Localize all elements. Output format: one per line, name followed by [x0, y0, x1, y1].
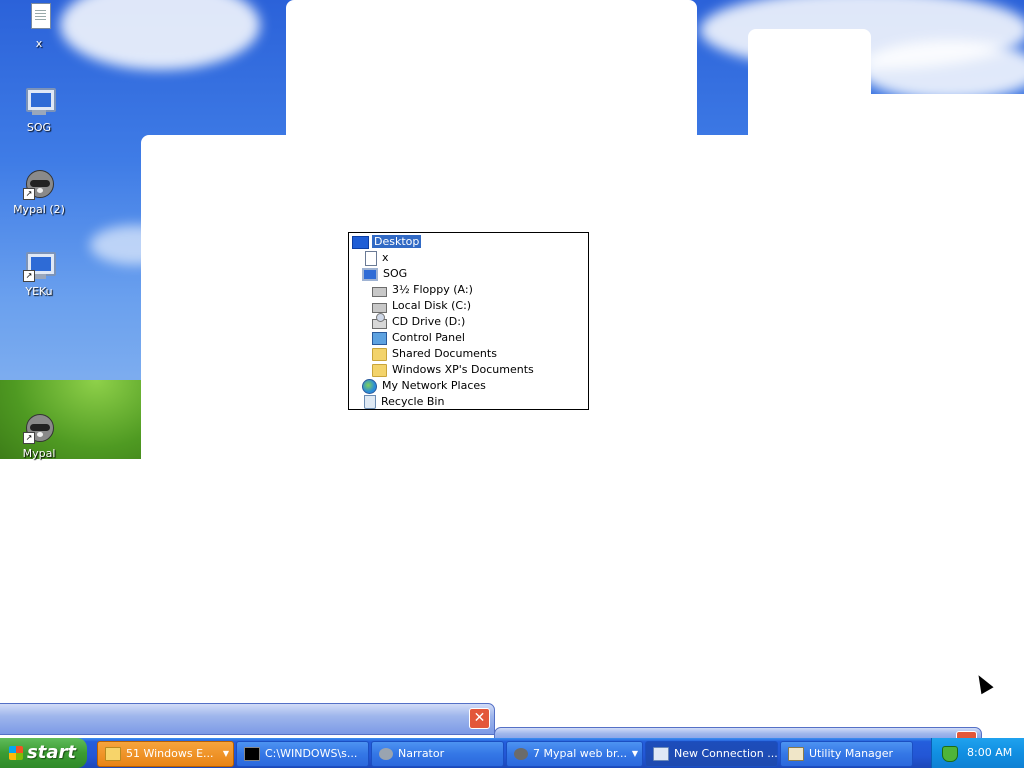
tree-item-network-places[interactable]: My Network Places	[362, 378, 488, 394]
raccoon-icon	[514, 748, 528, 760]
windows-flag-icon	[9, 746, 23, 760]
cd-drive-icon	[372, 313, 387, 329]
desktop-icon	[352, 235, 369, 249]
desktop-icon-yeku[interactable]: ↗ YEKu	[4, 250, 74, 298]
narrator-icon	[379, 748, 393, 760]
tree-item-xp-documents[interactable]: Windows XP's Documents	[372, 362, 536, 378]
network-icon	[362, 378, 377, 394]
blank-window-right-ext	[748, 94, 1024, 140]
tree-item-control-panel[interactable]: Control Panel	[372, 330, 467, 346]
clock[interactable]: 8:00 AM	[967, 738, 1012, 768]
tree-item-x[interactable]: x	[365, 250, 391, 266]
security-shield-icon[interactable]	[942, 746, 958, 762]
blank-area-lower	[0, 459, 1024, 709]
task-windows-explorer[interactable]: 51 Windows E... ▼	[97, 741, 234, 767]
console-icon	[244, 747, 260, 761]
close-button[interactable]: ✕	[469, 708, 490, 729]
raccoon-icon: ↗	[23, 412, 55, 444]
start-button[interactable]: start	[0, 738, 87, 768]
folder-icon	[372, 347, 387, 361]
tree-item-floppy[interactable]: 3½ Floppy (A:)	[372, 282, 475, 298]
computer-icon: ↗	[23, 250, 56, 282]
task-narrator[interactable]: Narrator	[371, 741, 504, 767]
folder-icon	[105, 747, 121, 761]
system-tray: 8:00 AM	[931, 738, 1024, 768]
chevron-down-icon: ▼	[222, 749, 229, 758]
tree-item-sog[interactable]: SOG	[362, 266, 409, 282]
task-new-connection[interactable]: New Connection ...	[645, 741, 778, 767]
desktop-icon-mypal-2[interactable]: ↗ Mypal (2)	[4, 168, 74, 216]
desktop-icon-mypal[interactable]: ↗ Mypal	[4, 412, 74, 460]
task-cmd[interactable]: C:\WINDOWS\s...	[236, 741, 369, 767]
tree-item-recycle-bin[interactable]: Recycle Bin	[364, 394, 446, 410]
tree-item-cd-drive[interactable]: CD Drive (D:)	[372, 313, 467, 330]
chevron-down-icon: ▼	[631, 749, 638, 758]
document-icon	[365, 250, 377, 266]
computer-icon	[362, 267, 378, 281]
task-utility-manager[interactable]: Utility Manager	[780, 741, 913, 767]
recycle-bin-icon	[364, 395, 376, 409]
connection-icon	[653, 747, 669, 761]
utility-manager-icon	[788, 747, 804, 761]
tree-item-local-disk[interactable]: Local Disk (C:)	[372, 298, 473, 314]
folder-tree-list[interactable]: Desktop x SOG 3½ Floppy (A:) Local Disk …	[348, 232, 589, 410]
control-panel-icon	[372, 331, 387, 345]
task-mypal[interactable]: 7 Mypal web br... ▼	[506, 741, 643, 767]
desktop-icon-sog[interactable]: SOG	[4, 86, 74, 134]
taskbar: start 51 Windows E... ▼ C:\WINDOWS\s... N…	[0, 738, 1024, 768]
tree-item-desktop[interactable]: Desktop	[352, 234, 423, 250]
raccoon-icon: ↗	[23, 168, 55, 200]
window-titlebar-left[interactable]	[0, 703, 495, 735]
floppy-icon	[372, 287, 387, 297]
blank-window-top	[286, 0, 697, 140]
tree-item-shared-documents[interactable]: Shared Documents	[372, 346, 499, 362]
document-icon	[31, 3, 51, 29]
computer-icon	[23, 86, 56, 118]
hard-disk-icon	[372, 303, 387, 313]
folder-icon	[372, 363, 387, 377]
desktop-icon-x[interactable]: x	[4, 2, 74, 50]
close-icon: ✕	[473, 710, 486, 726]
